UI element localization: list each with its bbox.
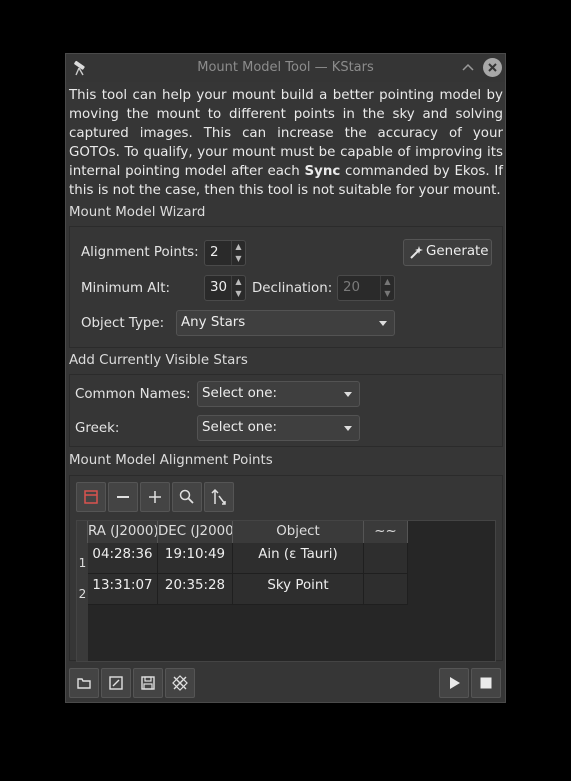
minimum-alt-label: Minimum Alt: xyxy=(81,281,170,296)
wizard-group: Alignment Points: 2 ▲ ▼ Generate Minimum … xyxy=(69,226,503,348)
minimum-alt-spinbox[interactable]: 30 ▲ ▼ xyxy=(204,275,246,301)
table-cell-extra[interactable] xyxy=(364,574,408,605)
object-type-value: Any Stars xyxy=(181,315,246,330)
table-cell-object[interactable]: Sky Point xyxy=(233,574,364,605)
chevron-down-icon xyxy=(344,426,352,431)
spin-down-icon[interactable]: ▼ xyxy=(381,288,394,300)
declination-label: Declination: xyxy=(252,281,333,296)
visible-stars-heading: Add Currently Visible Stars xyxy=(69,353,248,368)
row-number[interactable]: 1 xyxy=(77,543,88,574)
save-button[interactable] xyxy=(133,668,163,698)
stop-icon xyxy=(480,677,492,689)
common-names-value: Select one: xyxy=(202,386,277,401)
sort-icon xyxy=(211,488,226,505)
window-title: Mount Model Tool — KStars xyxy=(197,60,374,75)
chevron-down-icon xyxy=(379,321,387,326)
alignment-points-heading: Mount Model Alignment Points xyxy=(69,453,273,468)
clear-icon xyxy=(84,490,98,504)
column-header-dec[interactable]: DEC (J2000) xyxy=(158,521,233,543)
table-cell-object[interactable]: Ain (ε Tauri) xyxy=(233,543,364,574)
spin-up-icon[interactable]: ▲ xyxy=(232,241,245,253)
alignment-toolbar xyxy=(76,482,236,512)
sort-points-button[interactable] xyxy=(204,482,234,512)
table-cell-ra[interactable]: 13:31:07 xyxy=(88,574,158,605)
spin-up-icon[interactable]: ▲ xyxy=(232,276,245,288)
remove-point-button[interactable] xyxy=(108,482,138,512)
alignment-points-value: 2 xyxy=(210,245,219,260)
spin-down-icon[interactable]: ▼ xyxy=(232,288,245,300)
stop-alignment-button[interactable] xyxy=(471,668,501,698)
title-bar[interactable]: Mount Model Tool — KStars xyxy=(66,54,505,82)
close-icon xyxy=(488,63,497,72)
save-as-button[interactable] xyxy=(101,668,131,698)
save-as-icon xyxy=(109,676,123,690)
row-header-filler xyxy=(77,605,88,661)
magic-wand-icon xyxy=(410,246,423,259)
row-number[interactable]: 2 xyxy=(77,574,88,605)
greek-value: Select one: xyxy=(202,420,277,435)
chevron-down-icon xyxy=(344,392,352,397)
spin-up-icon[interactable]: ▲ xyxy=(381,276,394,288)
remove-icon xyxy=(117,496,129,498)
column-header-extra[interactable]: ~~ xyxy=(364,521,408,543)
load-model-button[interactable] xyxy=(69,668,99,698)
column-header-ra[interactable]: RA (J2000) xyxy=(88,521,158,543)
clear-all-button[interactable] xyxy=(76,482,106,512)
table-cell-dec[interactable]: 20:35:28 xyxy=(158,574,233,605)
declination-spinbox[interactable]: 20 ▲ ▼ xyxy=(337,275,395,301)
alignment-points-label: Alignment Points: xyxy=(81,245,199,260)
alignment-points-spinbox[interactable]: 2 ▲ ▼ xyxy=(204,240,246,266)
chevron-up-icon xyxy=(462,63,474,71)
generate-button[interactable]: Generate xyxy=(403,239,492,266)
common-names-label: Common Names: xyxy=(75,387,191,402)
add-icon xyxy=(149,491,161,503)
add-point-button[interactable] xyxy=(140,482,170,512)
common-names-select[interactable]: Select one: xyxy=(197,381,360,407)
corner-header xyxy=(77,521,88,543)
object-type-label: Object Type: xyxy=(81,316,165,331)
open-folder-icon xyxy=(77,678,91,689)
object-type-select[interactable]: Any Stars xyxy=(176,310,395,336)
table-cell-dec[interactable]: 19:10:49 xyxy=(158,543,233,574)
greek-label: Greek: xyxy=(75,421,120,436)
spin-down-icon[interactable]: ▼ xyxy=(232,253,245,265)
alignment-points-table[interactable]: RA (J2000) DEC (J2000) Object ~~ 1 04:28… xyxy=(76,520,496,662)
greek-select[interactable]: Select one: xyxy=(197,415,360,441)
generate-label: Generate xyxy=(426,244,489,259)
close-button[interactable] xyxy=(483,58,502,77)
wipe-model-button[interactable] xyxy=(165,668,195,698)
table-cell-ra[interactable]: 04:28:36 xyxy=(88,543,158,574)
play-icon xyxy=(450,677,460,689)
declination-value: 20 xyxy=(343,280,361,295)
table-cell-extra[interactable] xyxy=(364,543,408,574)
minimum-alt-value: 30 xyxy=(210,280,228,295)
description-sync-bold: Sync xyxy=(304,164,341,179)
wipe-icon xyxy=(172,675,188,691)
tool-description: This tool can help your mount build a be… xyxy=(69,86,503,200)
find-icon xyxy=(179,489,194,504)
save-icon xyxy=(141,676,155,690)
start-alignment-button[interactable] xyxy=(439,668,469,698)
keep-above-button[interactable] xyxy=(460,59,476,75)
visible-stars-group: Common Names: Select one: Greek: Select … xyxy=(69,374,503,447)
column-header-object[interactable]: Object xyxy=(233,521,364,543)
mount-model-window: Mount Model Tool — KStars This tool can … xyxy=(65,53,506,703)
wizard-heading: Mount Model Wizard xyxy=(69,205,206,220)
find-object-button[interactable] xyxy=(172,482,202,512)
